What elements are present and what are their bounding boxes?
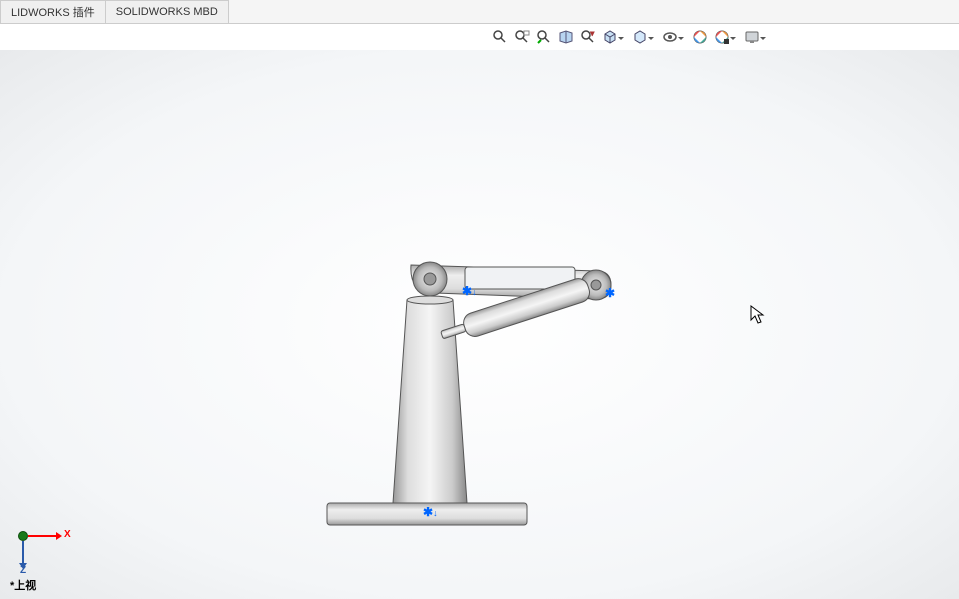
cursor-icon xyxy=(750,305,766,325)
axis-x-label: X xyxy=(64,529,71,540)
view-name-label: *上视 xyxy=(10,577,36,593)
model-robot-arm[interactable] xyxy=(315,245,675,535)
tab-solidworks-mbd[interactable]: SOLIDWORKS MBD xyxy=(105,0,229,23)
axis-z-label: Z xyxy=(20,565,26,576)
view-settings-icon[interactable] xyxy=(742,27,762,47)
section-view-icon[interactable] xyxy=(556,27,576,47)
command-tab-bar: LIDWORKS 插件 SOLIDWORKS MBD xyxy=(0,0,959,24)
view-orientation-icon[interactable] xyxy=(600,27,620,47)
previous-view-icon[interactable] xyxy=(534,27,554,47)
apply-scene-icon[interactable] xyxy=(712,27,732,47)
mate-marker: ✱↓ xyxy=(462,284,477,298)
hide-show-icon[interactable] xyxy=(660,27,680,47)
heads-up-view-toolbar xyxy=(0,24,959,50)
zoom-to-area-icon[interactable] xyxy=(512,27,532,47)
display-style-icon[interactable] xyxy=(630,27,650,47)
axis-x-icon xyxy=(28,535,56,537)
graphics-viewport[interactable]: ✱↓ ✱ ✱↓ X Z *上视 xyxy=(0,50,959,599)
triad-origin xyxy=(18,531,28,541)
tab-label: SOLIDWORKS MBD xyxy=(116,6,218,18)
dynamic-annotation-icon[interactable] xyxy=(578,27,598,47)
zoom-to-fit-icon[interactable] xyxy=(490,27,510,47)
mate-marker: ✱↓ xyxy=(423,505,438,519)
edit-appearance-icon[interactable] xyxy=(690,27,710,47)
tab-label: LIDWORKS 插件 xyxy=(11,4,95,20)
mate-marker: ✱ xyxy=(605,286,615,300)
orientation-triad[interactable]: X Z xyxy=(18,509,68,559)
axis-z-icon xyxy=(22,541,24,563)
tab-solidworks-addin[interactable]: LIDWORKS 插件 xyxy=(0,0,106,23)
